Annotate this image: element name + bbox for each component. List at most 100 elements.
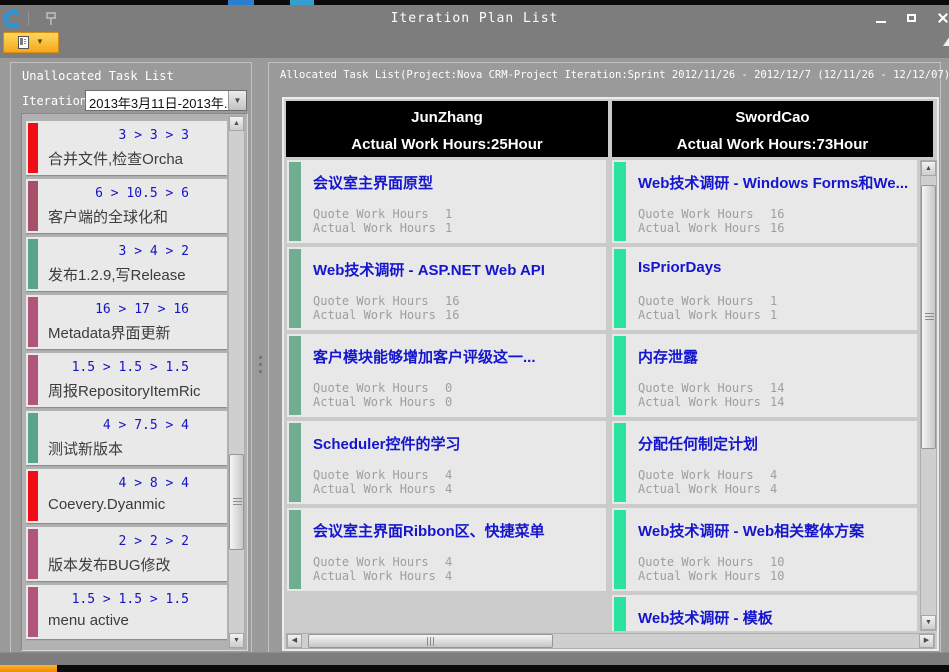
quote-hours-value: 4 bbox=[445, 555, 452, 569]
task-title: 周报RepositoryItemRic bbox=[26, 375, 227, 401]
task-card[interactable]: Web技术调研 - ASP.NET Web API Quote Work Hou… bbox=[287, 247, 606, 330]
task-color-bar bbox=[28, 471, 38, 521]
assignee-name: JunZhang bbox=[286, 109, 608, 126]
allocated-vertical-scrollbar[interactable]: ▲ ▼ bbox=[920, 160, 937, 631]
scroll-up-icon[interactable]: ▲ bbox=[921, 161, 936, 176]
task-card[interactable]: 内存泄露 Quote Work Hours14 Actual Work Hour… bbox=[612, 334, 917, 417]
task-hours: 4 > 7.5 > 4 bbox=[26, 411, 227, 433]
close-button[interactable] bbox=[934, 11, 949, 26]
splitter-grip bbox=[259, 363, 262, 366]
task-card[interactable]: 3 > 3 > 3 合并文件,检查Orcha bbox=[26, 121, 227, 175]
task-color-bar bbox=[614, 162, 626, 241]
task-card[interactable]: 2 > 2 > 2 版本发布BUG修改 bbox=[26, 527, 227, 581]
panel-title: Unallocated Task List bbox=[22, 69, 174, 83]
task-title: 内存泄露 bbox=[638, 346, 913, 367]
allocation-board: JunZhang Actual Work Hours:25Hour SwordC… bbox=[282, 97, 939, 651]
task-color-bar bbox=[614, 423, 626, 502]
panel-splitter[interactable] bbox=[255, 62, 265, 654]
panel-list-icon bbox=[18, 36, 29, 49]
task-title: 客户端的全球化和 bbox=[26, 201, 227, 227]
task-card[interactable]: Web技术调研 - 模板 bbox=[612, 595, 917, 631]
scroll-down-icon[interactable]: ▼ bbox=[921, 615, 936, 630]
task-color-bar bbox=[28, 355, 38, 405]
task-title: 分配任何制定计划 bbox=[638, 433, 913, 454]
task-title: Metadata界面更新 bbox=[26, 317, 227, 343]
thumb-grip bbox=[233, 498, 242, 506]
actual-hours-value: 1 bbox=[445, 221, 452, 235]
scrollbar-thumb[interactable] bbox=[229, 454, 244, 550]
quote-hours-line: Quote Work Hours1 bbox=[638, 294, 777, 308]
task-card[interactable]: 客户模块能够增加客户评级这一... Quote Work Hours0 Actu… bbox=[287, 334, 606, 417]
task-title: Web技术调研 - Windows Forms和We... bbox=[638, 172, 913, 193]
unallocated-task-list: 3 > 3 > 3 合并文件,检查Orcha 6 > 10.5 > 6 客户端的… bbox=[21, 113, 248, 651]
task-color-bar bbox=[289, 510, 301, 589]
task-card[interactable]: 4 > 7.5 > 4 测试新版本 bbox=[26, 411, 227, 465]
allocated-task-panel: Allocated Task List(Project:Nova CRM-Pro… bbox=[268, 62, 941, 654]
task-card[interactable]: 3 > 4 > 2 发布1.2.9,写Release bbox=[26, 237, 227, 291]
quote-hours-value: 16 bbox=[445, 294, 459, 308]
assignee-task-column: 会议室主界面原型 Quote Work Hours1 Actual Work H… bbox=[287, 160, 607, 631]
assignee-header: SwordCao Actual Work Hours:73Hour bbox=[612, 101, 933, 157]
scroll-left-icon[interactable]: ◀ bbox=[287, 634, 302, 648]
task-color-bar bbox=[614, 597, 626, 631]
combobox-dropdown-button[interactable]: ▼ bbox=[228, 91, 246, 110]
title-bar[interactable]: Iteration Plan List bbox=[0, 5, 949, 32]
task-title: 版本发布BUG修改 bbox=[26, 549, 227, 575]
quote-hours-line: Quote Work Hours10 bbox=[638, 555, 784, 569]
quote-hours-value: 16 bbox=[770, 207, 784, 221]
task-color-bar bbox=[28, 297, 38, 347]
task-color-bar bbox=[289, 249, 301, 328]
actual-hours-line: Actual Work Hours1 bbox=[313, 221, 452, 235]
scroll-up-icon[interactable]: ▲ bbox=[229, 116, 244, 131]
quote-hours-line: Quote Work Hours16 bbox=[638, 207, 784, 221]
task-hours: 1.5 > 1.5 > 1.5 bbox=[26, 585, 227, 607]
task-card[interactable]: 分配任何制定计划 Quote Work Hours4 Actual Work H… bbox=[612, 421, 917, 504]
task-color-bar bbox=[28, 529, 38, 579]
task-card[interactable]: 4 > 8 > 4 Coevery.Dyanmic bbox=[26, 469, 227, 523]
left-list-scrollbar[interactable]: ▲ ▼ bbox=[228, 115, 245, 649]
task-color-bar bbox=[28, 181, 38, 231]
scrollbar-thumb[interactable] bbox=[308, 634, 553, 648]
actual-hours-value: 1 bbox=[770, 308, 777, 322]
splitter-grip bbox=[259, 356, 262, 359]
task-hours: 2 > 2 > 2 bbox=[26, 527, 227, 549]
task-card[interactable]: Web技术调研 - Windows Forms和We... Quote Work… bbox=[612, 160, 917, 243]
task-card[interactable]: 1.5 > 1.5 > 1.5 周报RepositoryItemRic bbox=[26, 353, 227, 407]
task-card[interactable]: 6 > 10.5 > 6 客户端的全球化和 bbox=[26, 179, 227, 233]
iteration-combobox[interactable]: 2013年3月11日-2013年... ▼ bbox=[85, 90, 247, 111]
task-color-bar bbox=[614, 336, 626, 415]
task-hours: 1.5 > 1.5 > 1.5 bbox=[26, 353, 227, 375]
actual-hours-line: Actual Work Hours1 bbox=[638, 308, 777, 322]
task-card[interactable]: Web技术调研 - Web相关整体方案 Quote Work Hours10 A… bbox=[612, 508, 917, 591]
quote-hours-line: Quote Work Hours4 bbox=[313, 555, 452, 569]
quote-hours-line: Quote Work Hours4 bbox=[313, 468, 452, 482]
task-color-bar bbox=[28, 587, 38, 637]
task-card[interactable]: 16 > 17 > 16 Metadata界面更新 bbox=[26, 295, 227, 349]
task-card[interactable]: Scheduler控件的学习 Quote Work Hours4 Actual … bbox=[287, 421, 606, 504]
task-title: 会议室主界面原型 bbox=[313, 172, 602, 193]
task-card[interactable]: IsPriorDays Quote Work Hours1 Actual Wor… bbox=[612, 247, 917, 330]
quote-hours-line: Quote Work Hours1 bbox=[313, 207, 452, 221]
layout-menu-button[interactable]: ▼ bbox=[3, 32, 59, 53]
window-bottom-frame bbox=[0, 652, 949, 666]
allocated-horizontal-scrollbar[interactable]: ◀ ▶ bbox=[286, 633, 935, 649]
task-title: 发布1.2.9,写Release bbox=[26, 259, 227, 285]
task-card[interactable]: 会议室主界面Ribbon区、快捷菜单 Quote Work Hours4 Act… bbox=[287, 508, 606, 591]
task-title: 会议室主界面Ribbon区、快捷菜单 bbox=[313, 520, 602, 541]
actual-hours-value: 10 bbox=[770, 569, 784, 583]
quote-hours-value: 14 bbox=[770, 381, 784, 395]
minimize-button[interactable] bbox=[872, 11, 890, 26]
actual-hours-value: 16 bbox=[770, 221, 784, 235]
task-card[interactable]: 1.5 > 1.5 > 1.5 menu active bbox=[26, 585, 227, 639]
scroll-right-icon[interactable]: ▶ bbox=[919, 634, 934, 648]
maximize-button[interactable] bbox=[903, 11, 921, 26]
actual-hours-line: Actual Work Hours4 bbox=[313, 569, 452, 583]
quote-hours-value: 1 bbox=[770, 294, 777, 308]
task-hours: 6 > 10.5 > 6 bbox=[26, 179, 227, 201]
minimize-icon bbox=[876, 21, 886, 23]
task-card[interactable]: 会议室主界面原型 Quote Work Hours1 Actual Work H… bbox=[287, 160, 606, 243]
actual-hours-value: 16 bbox=[445, 308, 459, 322]
task-color-bar bbox=[614, 249, 626, 328]
scroll-down-icon[interactable]: ▼ bbox=[229, 633, 244, 648]
scrollbar-thumb[interactable] bbox=[921, 185, 936, 449]
